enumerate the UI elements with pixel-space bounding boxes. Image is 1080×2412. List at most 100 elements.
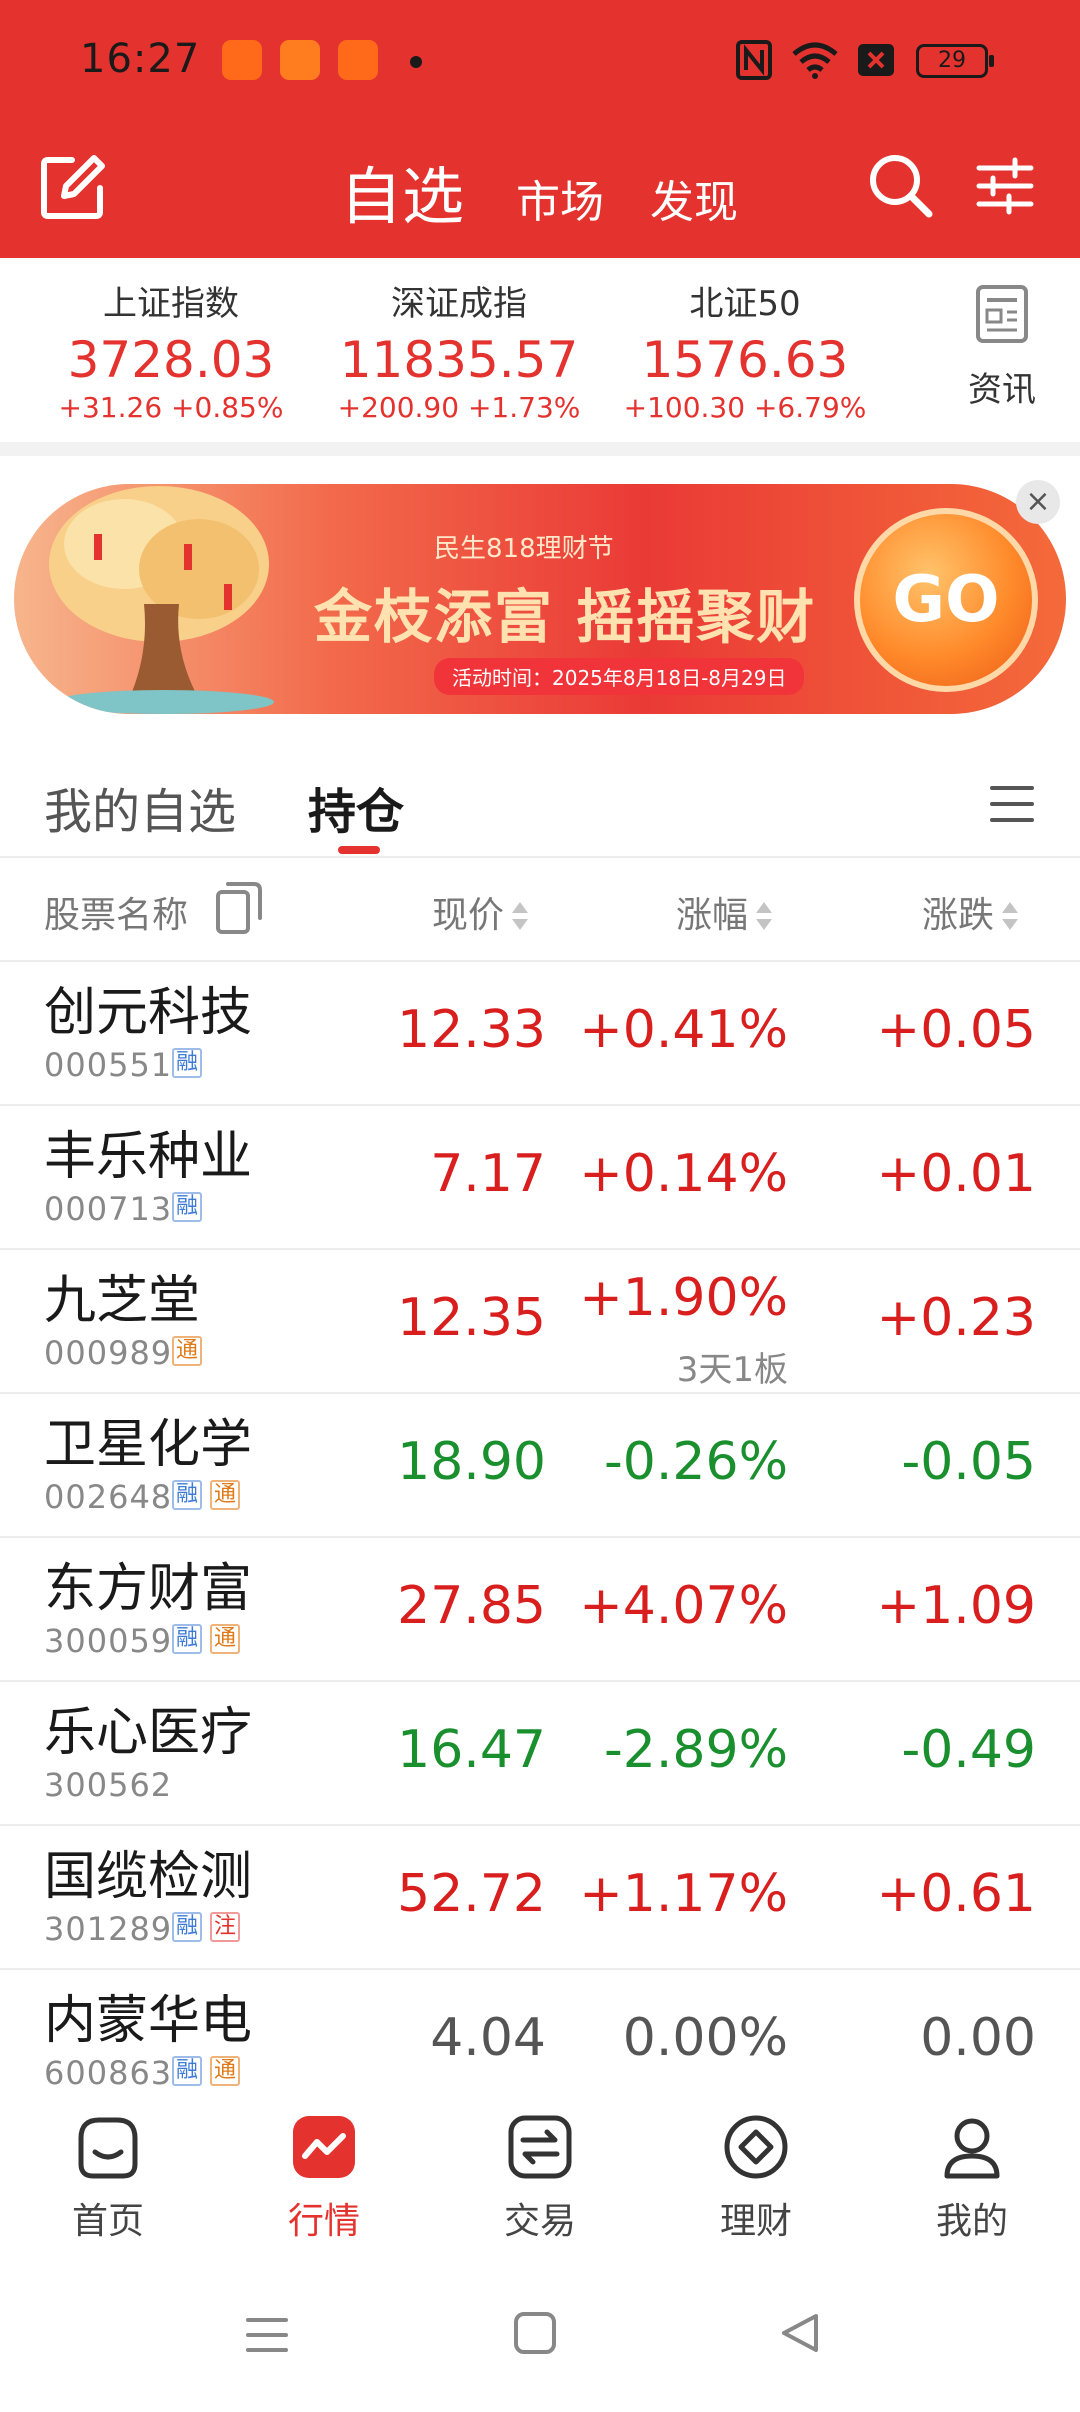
- stock-pct-change: -2.89%: [604, 1720, 788, 1780]
- stock-name: 国缆检测: [44, 1847, 253, 1907]
- stock-code: 600863: [44, 2054, 173, 2092]
- bottom-nav-label: 首页: [71, 2201, 144, 2242]
- settings-sliders-icon[interactable]: [975, 156, 1035, 216]
- column-header-pct[interactable]: 涨幅: [676, 886, 773, 938]
- stock-change: +0.01: [876, 1144, 1036, 1204]
- bottom-nav-label: 理财: [719, 2201, 792, 2242]
- nfc-icon: [736, 40, 772, 80]
- table-row[interactable]: 东方财富 300059 融通 27.85 +4.07% +1.09: [0, 1536, 1080, 1680]
- profile-icon: [944, 2118, 1000, 2179]
- table-row[interactable]: 九芝堂 000989 通 12.35 +1.90% 3天1板 +0.23: [0, 1248, 1080, 1392]
- tab-discover[interactable]: 发现: [650, 166, 738, 230]
- index-shenzhen[interactable]: 深证成指 11835.57 +200.90 +1.73%: [314, 276, 604, 424]
- flower-app-icon: [280, 40, 320, 80]
- section-gap: [0, 442, 1080, 456]
- stock-code: 301289: [44, 1910, 173, 1948]
- active-tab-indicator: [338, 846, 380, 854]
- index-change: +31.26 +0.85%: [58, 391, 284, 424]
- stock-tags: 融通: [172, 1480, 248, 1510]
- index-beijing-50[interactable]: 北证50 1576.63 +100.30 +6.79%: [600, 276, 890, 424]
- stock-price: 52.72: [397, 1864, 546, 1924]
- tab-holdings[interactable]: 持仓: [308, 772, 404, 842]
- bottom-nav-wealth[interactable]: 理财: [686, 2112, 826, 2244]
- stock-tag-badge: 融: [172, 1480, 202, 1510]
- menu-icon[interactable]: [990, 782, 1034, 826]
- news-button[interactable]: 资讯: [952, 284, 1052, 411]
- banner-close-icon[interactable]: ×: [1016, 480, 1060, 524]
- stock-name: 九芝堂: [44, 1271, 201, 1331]
- send-app-icon: [338, 40, 378, 80]
- stock-tags: 融通: [172, 1624, 248, 1654]
- column-header-price[interactable]: 现价: [432, 886, 529, 938]
- bottom-nav-profile[interactable]: 我的: [902, 2112, 1042, 2244]
- stock-tags: 融: [172, 1048, 210, 1078]
- stock-tag-badge: 融: [172, 1624, 202, 1654]
- banner-go-button[interactable]: GO: [854, 508, 1038, 692]
- index-change: +100.30 +6.79%: [623, 391, 867, 424]
- stock-change: +0.05: [876, 1000, 1036, 1060]
- table-row[interactable]: 创元科技 000551 融 12.33 +0.41% +0.05: [0, 960, 1080, 1104]
- stock-name: 丰乐种业: [44, 1127, 253, 1187]
- bottom-nav-label: 交易: [503, 2201, 576, 2242]
- stock-code: 000551: [44, 1046, 173, 1084]
- column-header-change[interactable]: 涨跌: [922, 886, 1019, 938]
- tab-my-watchlist[interactable]: 我的自选: [44, 772, 236, 842]
- stock-price: 12.35: [397, 1288, 546, 1348]
- stock-change: 0.00: [920, 2008, 1036, 2068]
- stock-name: 创元科技: [44, 983, 253, 1043]
- stock-pct-change: -0.26%: [604, 1432, 788, 1492]
- stock-tag-badge: 通: [172, 1336, 202, 1366]
- search-icon[interactable]: [865, 150, 935, 220]
- table-row[interactable]: 丰乐种业 000713 融 7.17 +0.14% +0.01: [0, 1104, 1080, 1248]
- promo-banner[interactable]: 民生818理财节 金枝添富 摇摇聚财 活动时间：2025年8月18日-8月29日…: [14, 484, 1066, 714]
- stock-tag-badge: 融: [172, 1192, 202, 1222]
- status-time: 16:27: [80, 36, 201, 82]
- bottom-nav-home[interactable]: 首页: [38, 2112, 178, 2244]
- stock-tag-badge: 融: [172, 2056, 202, 2086]
- table-header: 股票名称 现价 涨幅 涨跌: [0, 858, 1080, 960]
- stock-tag-badge: 融: [172, 1048, 202, 1078]
- stock-tag-badge: 通: [210, 1480, 240, 1510]
- home-button-icon[interactable]: [512, 2310, 558, 2356]
- index-name: 深证成指: [391, 284, 527, 324]
- column-header-price-label: 现价: [432, 895, 505, 936]
- sort-icon: [510, 900, 529, 934]
- bottom-nav-trade[interactable]: 交易: [470, 2112, 610, 2244]
- stock-name: 乐心医疗: [44, 1703, 253, 1763]
- index-shanghai[interactable]: 上证指数 3728.03 +31.26 +0.85%: [26, 276, 316, 424]
- tab-market[interactable]: 市场: [516, 166, 604, 230]
- index-value: 1576.63: [641, 331, 849, 389]
- banner-subtitle: 民生818理财节: [434, 534, 614, 564]
- battery-icon: 29: [916, 44, 994, 78]
- tab-watchlist[interactable]: 自选: [340, 146, 464, 236]
- stock-pct-change: +1.17%: [579, 1864, 788, 1924]
- trade-icon: [508, 2115, 572, 2179]
- table-row[interactable]: 国缆检测 301289 融注 52.72 +1.17% +0.61: [0, 1824, 1080, 1968]
- sort-icon: [1000, 900, 1019, 934]
- stock-pct-change: +1.90%: [579, 1268, 788, 1328]
- stock-tags: 融通: [172, 2056, 248, 2086]
- table-row[interactable]: 乐心医疗 300562 16.47 -2.89% -0.49: [0, 1680, 1080, 1824]
- stock-name: 卫星化学: [44, 1415, 253, 1475]
- copy-icon[interactable]: [214, 878, 264, 936]
- market-icon: [293, 2116, 355, 2178]
- stock-tags: 通: [172, 1336, 210, 1366]
- index-value: 11835.57: [339, 331, 579, 389]
- stock-name: 东方财富: [44, 1559, 253, 1619]
- back-icon[interactable]: [776, 2310, 822, 2356]
- stock-tags: 融: [172, 1192, 210, 1222]
- stock-pct-change: +0.41%: [579, 1000, 788, 1060]
- recents-icon[interactable]: [244, 2312, 290, 2358]
- wifi-icon: [792, 42, 838, 79]
- golden-tree-icon: [49, 486, 274, 714]
- edit-icon[interactable]: [38, 152, 108, 222]
- bottom-nav-label: 行情: [287, 2201, 360, 2242]
- table-row[interactable]: 卫星化学 002648 融通 18.90 -0.26% -0.05: [0, 1392, 1080, 1536]
- bottom-nav-market[interactable]: 行情: [254, 2112, 394, 2244]
- video-app-icon: [222, 40, 262, 80]
- news-label: 资讯: [968, 370, 1036, 410]
- top-nav: 自选 市场 发现: [0, 124, 1080, 258]
- stock-tag-badge: 融: [172, 1912, 202, 1942]
- stock-price: 18.90: [397, 1432, 546, 1492]
- stock-tag-badge: 通: [210, 1624, 240, 1654]
